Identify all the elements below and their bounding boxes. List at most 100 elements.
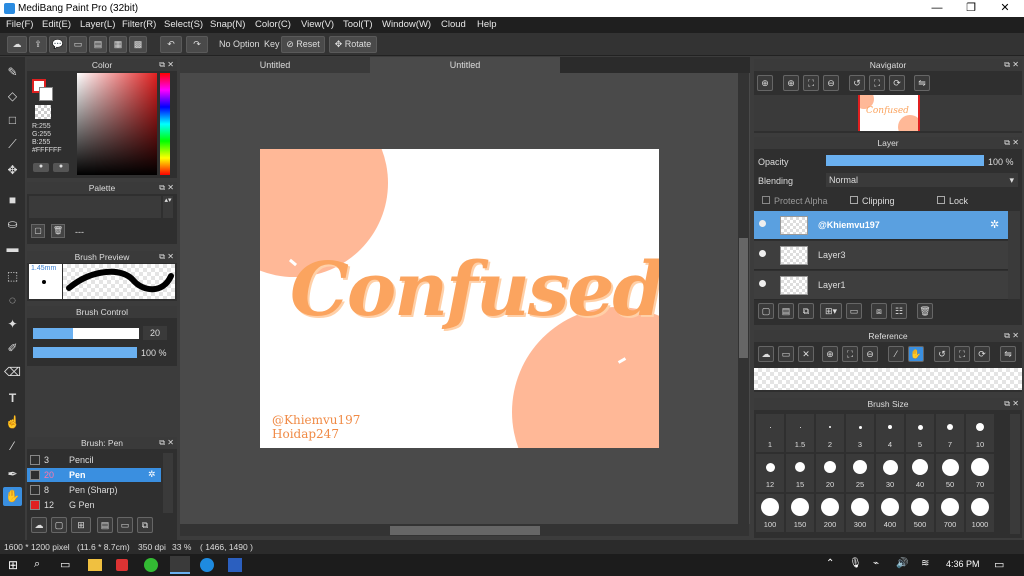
bucket-tool-icon[interactable]: ⛀ <box>3 215 22 234</box>
ref-hand-icon[interactable]: ✋ <box>908 346 924 362</box>
brush-size-option[interactable]: 500 <box>906 494 934 532</box>
new-brush-icon[interactable]: ▢ <box>51 517 67 533</box>
brush-size-option[interactable]: 20 <box>816 454 844 492</box>
close-ref-icon[interactable]: ✕ <box>798 346 814 362</box>
maximize-button[interactable]: ❐ <box>954 1 988 16</box>
fill-rect-tool-icon[interactable]: ■ <box>3 191 22 210</box>
vertical-scroll-thumb[interactable] <box>739 238 748 358</box>
cloud-brush-icon[interactable]: ☁ <box>31 517 47 533</box>
visibility-eye-icon[interactable] <box>759 250 766 257</box>
layer-row[interactable]: Layer1 <box>754 271 1008 300</box>
chat-icon[interactable]: ▭ <box>69 36 87 53</box>
brush-size-option[interactable]: 300 <box>846 494 874 532</box>
panel-close-icon[interactable]: ✕ <box>167 182 174 194</box>
horizontal-scrollbar[interactable] <box>180 524 749 536</box>
ref-zoom-out-icon[interactable]: ⊖ <box>862 346 878 362</box>
menu-cloud[interactable]: Cloud <box>441 19 466 30</box>
move-tool-icon[interactable]: ✥ <box>3 161 22 180</box>
lock-checkbox[interactable] <box>937 196 945 204</box>
zoom-fit-icon[interactable]: ⊕ <box>757 75 773 91</box>
word-icon[interactable] <box>228 558 242 572</box>
layer-settings-icon[interactable]: ☷ <box>891 303 907 319</box>
rotate-reset-icon[interactable]: ⟳ <box>889 75 905 91</box>
duplicate-layer-icon[interactable]: ⧉ <box>798 303 814 319</box>
brush-size-option[interactable]: 200 <box>816 494 844 532</box>
color-mode-button[interactable]: ● <box>33 163 49 172</box>
brush-list-scrollbar[interactable] <box>163 453 173 513</box>
new-layer-icon[interactable]: ▢ <box>758 303 774 319</box>
microphone-icon[interactable]: 🎙 <box>849 558 862 569</box>
brush-size-option[interactable]: 150 <box>786 494 814 532</box>
hand-tool-icon[interactable]: ✋ <box>3 487 22 506</box>
new-palette-icon[interactable]: ▢ <box>31 224 45 238</box>
volume-icon[interactable]: 🔊 <box>896 558 908 569</box>
menu-filter[interactable]: Filter(R) <box>122 19 156 30</box>
transparent-swatch[interactable] <box>35 105 51 119</box>
palette-swatches[interactable] <box>29 196 161 218</box>
select-rect-icon[interactable]: ⬚ <box>3 267 22 286</box>
color-swap-button[interactable]: ● <box>53 163 69 172</box>
brush-size-option[interactable]: 15 <box>786 454 814 492</box>
brush-size-option[interactable]: 70 <box>966 454 994 492</box>
hue-slider[interactable] <box>160 73 170 175</box>
folder-icon[interactable]: ▭ <box>846 303 862 319</box>
redo-icon[interactable]: ↷ <box>186 36 208 53</box>
network-icon[interactable]: ⌁ <box>873 558 879 569</box>
minimize-button[interactable]: — <box>920 1 954 16</box>
menu-edit[interactable]: Edit(E) <box>42 19 71 30</box>
brush-list-item[interactable]: 12 G Pen <box>27 498 161 512</box>
zoom-out-icon[interactable]: ⊖ <box>823 75 839 91</box>
menu-view[interactable]: View(V) <box>301 19 334 30</box>
panel-close-icon[interactable]: ✕ <box>167 59 174 71</box>
undock-icon[interactable]: ⧉ <box>159 59 165 71</box>
layer-scrollbar[interactable] <box>1008 211 1020 299</box>
layer-opacity-slider[interactable] <box>826 155 984 166</box>
wifi-icon[interactable]: ≋ <box>921 558 929 569</box>
comment-icon[interactable]: 💬 <box>49 36 67 53</box>
open-folder-icon[interactable]: ▭ <box>778 346 794 362</box>
gear-icon[interactable]: ✲ <box>990 218 999 231</box>
brush-size-option[interactable]: 2 <box>816 414 844 452</box>
brush-size-option[interactable]: 3 <box>846 414 874 452</box>
cloud-icon[interactable]: ☁ <box>7 36 27 53</box>
visibility-eye-icon[interactable] <box>759 220 766 227</box>
undo-icon[interactable]: ↶ <box>160 36 182 53</box>
task-view-icon[interactable]: ▭ <box>60 558 70 571</box>
brush-size-option[interactable]: 7 <box>936 414 964 452</box>
ref-fit-window-icon[interactable]: ⛶ <box>954 346 970 362</box>
brush-tool-icon[interactable]: ✎ <box>3 63 22 82</box>
panel-close-icon[interactable]: ✕ <box>1012 137 1019 149</box>
cloud-open-icon[interactable]: ☁ <box>758 346 774 362</box>
rotate-left-icon[interactable]: ↺ <box>849 75 865 91</box>
ref-zoom-in-icon[interactable]: ⊕ <box>822 346 838 362</box>
panel-close-icon[interactable]: ✕ <box>167 251 174 263</box>
document-icon[interactable]: ▤ <box>89 36 107 53</box>
file-explorer-icon[interactable] <box>88 559 102 571</box>
brush-size-option[interactable]: 25 <box>846 454 874 492</box>
menu-select[interactable]: Select(S) <box>164 19 203 30</box>
brush-list-item[interactable]: 20 Pen ✲ <box>27 468 161 482</box>
menu-layer[interactable]: Layer(L) <box>80 19 115 30</box>
brush-size-option[interactable]: 30 <box>876 454 904 492</box>
layer-row[interactable]: Layer3 <box>754 241 1008 270</box>
chevron-up-icon[interactable]: ⌃ <box>826 558 834 569</box>
app-icon-red[interactable] <box>116 559 128 571</box>
fit-window-icon[interactable]: ⛶ <box>869 75 885 91</box>
grid-icon[interactable]: ▦ <box>109 36 127 53</box>
menu-file[interactable]: File(F) <box>6 19 33 30</box>
gradient-tool-icon[interactable]: ▬ <box>3 239 22 258</box>
drawing-canvas[interactable]: Confused @Khiemvu197 Hoidap247 <box>260 149 659 448</box>
chrome-icon[interactable] <box>144 558 158 572</box>
brush-size-option[interactable]: 40 <box>906 454 934 492</box>
undock-icon[interactable]: ⧉ <box>1004 59 1010 71</box>
clipping-checkbox[interactable] <box>850 196 858 204</box>
search-icon[interactable]: ⌕ <box>34 558 40 571</box>
undock-icon[interactable]: ⧉ <box>1004 398 1010 410</box>
brush-settings-icon[interactable]: ▤ <box>97 517 113 533</box>
brush-size-value[interactable]: 20 <box>143 326 167 340</box>
upload-icon[interactable]: ⇪ <box>29 36 47 53</box>
brush-opacity-slider[interactable] <box>33 347 137 358</box>
windows-start-icon[interactable]: ⊞ <box>8 558 18 572</box>
close-button[interactable]: ✕ <box>988 1 1022 16</box>
merge-layer-icon[interactable]: ⧈ <box>871 303 887 319</box>
